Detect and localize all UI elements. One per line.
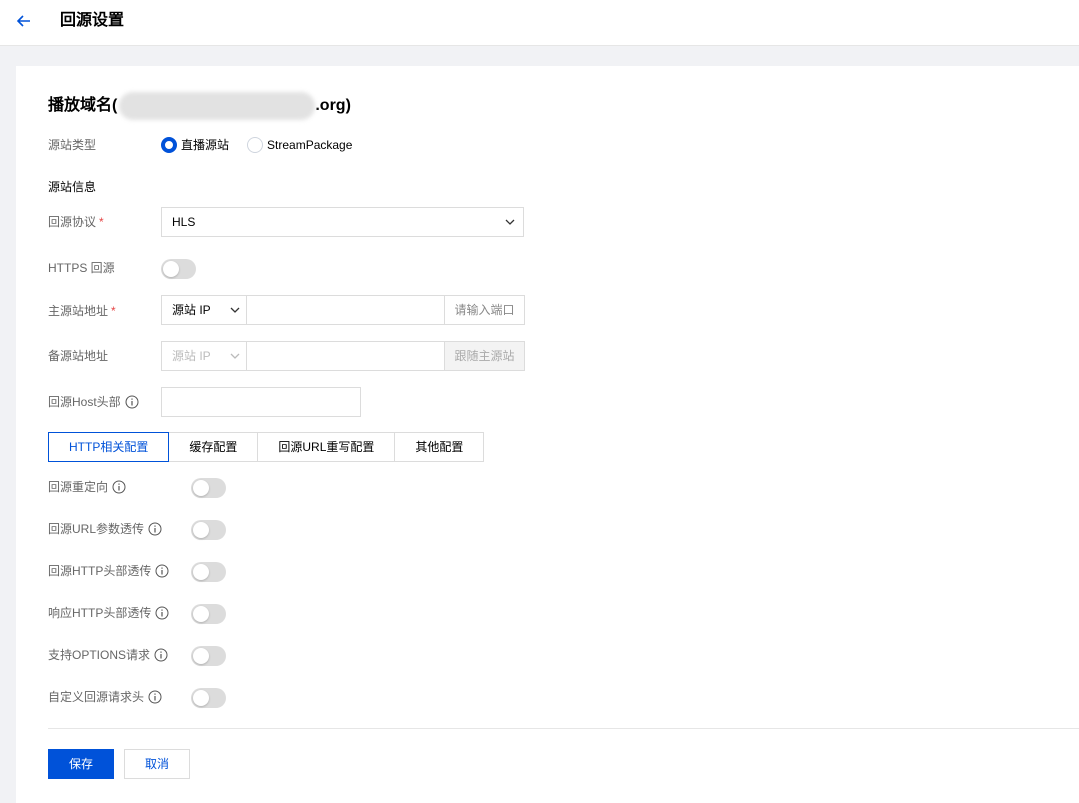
chevron-down-icon [230, 353, 240, 359]
setting-label: 响应HTTP头部透传 [48, 605, 169, 621]
settings-card: 播放域名(.org) 源站类型 直播源站 StreamPackage 源站信息 … [16, 66, 1079, 803]
domain-title-prefix: 播放域名( [48, 97, 118, 115]
top-bar: 回源设置 [0, 0, 1079, 46]
radio-unchecked-icon [247, 136, 264, 153]
tab-other-config[interactable]: 其他配置 [394, 432, 485, 462]
source-info-title: 源站信息 [48, 180, 97, 194]
backup-source-address-input [247, 342, 444, 370]
tab-url-rewrite-config[interactable]: 回源URL重写配置 [257, 432, 396, 462]
chevron-down-icon [505, 219, 515, 225]
setting-label: 支持OPTIONS请求 [48, 647, 168, 663]
redacted-domain [119, 92, 316, 120]
custom-request-header-toggle[interactable] [191, 688, 226, 708]
origin-header-toggle[interactable] [191, 562, 226, 582]
setting-label: 回源重定向 [48, 479, 126, 495]
config-tabs: HTTP相关配置 缓存配置 回源URL重写配置 其他配置 [48, 432, 485, 462]
back-arrow-icon[interactable] [14, 11, 34, 31]
domain-title: 播放域名( .org) [48, 92, 351, 120]
required-mark: * [99, 215, 104, 229]
tab-cache-config[interactable]: 缓存配置 [168, 432, 259, 462]
info-icon[interactable] [112, 480, 126, 494]
radio-streampackage[interactable]: StreamPackage [247, 136, 353, 153]
info-icon[interactable] [155, 564, 169, 578]
primary-source-group: 源站 IP 请输入端口 [161, 295, 525, 325]
info-icon[interactable] [125, 395, 139, 409]
protocol-select[interactable]: HLS [161, 207, 524, 237]
info-icon[interactable] [148, 522, 162, 536]
https-toggle[interactable] [161, 259, 196, 279]
backup-source-group: 源站 IP 跟随主源站 [161, 341, 525, 371]
setting-label: 回源HTTP头部透传 [48, 563, 169, 579]
required-mark: * [111, 304, 116, 318]
response-header-toggle[interactable] [191, 604, 226, 624]
protocol-value: HLS [172, 215, 196, 229]
backup-follow-primary: 跟随主源站 [444, 342, 524, 370]
backup-source-type-select: 源站 IP [162, 342, 247, 370]
https-label: HTTPS 回源 [48, 261, 115, 275]
backup-source-label: 备源站地址 [48, 349, 109, 363]
primary-source-address-input[interactable] [247, 296, 444, 324]
chevron-down-icon [230, 307, 240, 313]
info-icon[interactable] [155, 606, 169, 620]
setting-label: 自定义回源请求头 [48, 689, 162, 705]
url-param-toggle[interactable] [191, 520, 226, 540]
source-type-radio-group: 直播源站 StreamPackage [161, 136, 370, 153]
options-request-toggle[interactable] [191, 646, 226, 666]
page-title: 回源设置 [60, 12, 125, 29]
host-header-input[interactable] [161, 387, 361, 417]
radio-live-source[interactable]: 直播源站 [161, 136, 229, 153]
setting-label: 回源URL参数透传 [48, 521, 162, 537]
port-field[interactable]: 请输入端口 [444, 296, 524, 324]
radio-live-source-label: 直播源站 [181, 138, 230, 152]
primary-source-type-select[interactable]: 源站 IP [162, 296, 247, 324]
tab-http-config[interactable]: HTTP相关配置 [48, 432, 170, 462]
redirect-toggle[interactable] [191, 478, 226, 498]
primary-source-label: 主源站地址 * [48, 304, 116, 318]
protocol-label: 回源协议 * [48, 215, 104, 229]
info-icon[interactable] [154, 648, 168, 662]
domain-title-suffix: .org) [315, 97, 351, 115]
cancel-button[interactable]: 取消 [124, 749, 190, 779]
source-type-label: 源站类型 [48, 138, 97, 152]
host-header-label: 回源Host头部 [48, 394, 139, 410]
info-icon[interactable] [148, 690, 162, 704]
save-button[interactable]: 保存 [48, 749, 114, 779]
radio-checked-icon [161, 136, 177, 153]
divider [48, 728, 1079, 729]
radio-streampackage-label: StreamPackage [267, 137, 353, 152]
